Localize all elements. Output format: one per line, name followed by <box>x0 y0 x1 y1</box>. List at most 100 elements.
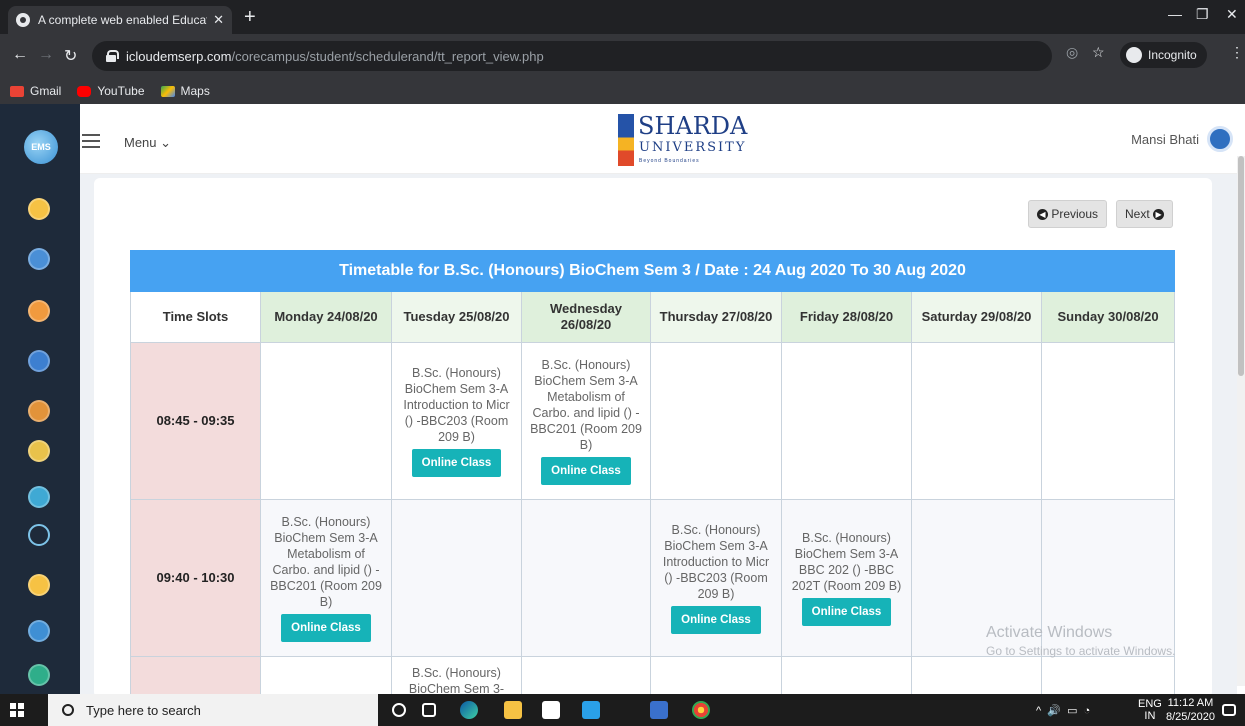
word-icon[interactable] <box>650 701 668 719</box>
hamburger-icon[interactable] <box>82 134 100 148</box>
time-slot <box>130 656 261 698</box>
ems-logo-icon[interactable]: EMS <box>24 130 58 164</box>
user-menu[interactable]: Mansi Bhati <box>1131 126 1233 152</box>
day-header: Friday 28/08/20 <box>781 291 912 343</box>
profile-icon[interactable] <box>28 248 50 270</box>
exam-icon[interactable] <box>28 440 50 462</box>
cortana-icon[interactable] <box>392 703 406 717</box>
reports-icon[interactable] <box>28 524 50 546</box>
schedule-cell <box>781 656 912 698</box>
store-icon[interactable] <box>542 701 560 719</box>
scrollbar-thumb[interactable] <box>1238 156 1244 376</box>
taskbar-search[interactable]: Type here to search <box>48 694 378 726</box>
restore-icon[interactable]: ❐ <box>1196 6 1209 23</box>
day-header: Saturday 29/08/20 <box>911 291 1042 343</box>
incognito-badge[interactable]: Incognito <box>1120 42 1207 68</box>
edge-icon[interactable] <box>460 701 478 719</box>
schedule-cell <box>1040 342 1176 500</box>
logo-tagline: Beyond Boundaries <box>639 158 700 164</box>
chrome-icon[interactable] <box>692 701 710 719</box>
time-slot: 08:45 - 09:35 <box>130 342 261 500</box>
avatar <box>1207 126 1233 152</box>
clock-date: 8/25/2020 <box>1166 711 1215 723</box>
user-name: Mansi Bhati <box>1131 131 1199 147</box>
arrow-left-icon: ◀ <box>1037 208 1048 220</box>
new-tab-icon[interactable]: + <box>244 7 256 27</box>
youtube-icon <box>77 85 92 97</box>
notifications-icon[interactable] <box>1222 704 1236 716</box>
taskbar: Type here to search ^ 🔊 ▭ ◔ ENG IN 11:12… <box>0 694 1245 726</box>
reload-icon[interactable]: ↻ <box>64 46 77 66</box>
fees-icon[interactable] <box>28 400 50 422</box>
schedule-cell: B.Sc. (Honours) BioChem Sem 3-A Metaboli… <box>521 342 651 500</box>
bookmark-youtube[interactable]: YouTube <box>77 84 145 98</box>
schedule-cell <box>911 342 1042 500</box>
mail-icon[interactable] <box>582 701 600 719</box>
day-header: Monday 24/08/20 <box>260 291 392 343</box>
close-window-icon[interactable]: ✕ <box>1226 6 1238 23</box>
schedule-cell: B.Sc. (Honours) BioChem Sem 3-A Metaboli… <box>260 499 392 657</box>
schedule-cell: B.Sc. (Honours) BioChem Sem 3-A BBC 202 … <box>781 499 912 657</box>
system-tray[interactable]: ^ 🔊 ▭ ◔ <box>1036 694 1090 726</box>
task-view-icon[interactable] <box>422 703 436 717</box>
timetable-header-row: Time Slots Monday 24/08/20 Tuesday 25/08… <box>130 291 1176 343</box>
faculty-icon[interactable] <box>28 574 50 596</box>
bookmark-label: YouTube <box>97 84 145 98</box>
tracking-icon[interactable]: ◎ <box>1066 44 1078 61</box>
schedule-cell <box>260 656 392 698</box>
region-label: IN <box>1144 710 1156 722</box>
next-button[interactable]: Next ▶ <box>1116 200 1174 228</box>
class-info: B.Sc. (Honours) BioChem Sem 3-A Introduc… <box>662 523 770 601</box>
schedule-cell <box>650 342 782 500</box>
browser-toolbar: ← → ↻ icloudemserp.com/corecampus/studen… <box>0 34 1245 78</box>
day-header: Tuesday 25/08/20 <box>391 291 522 343</box>
online-class-button[interactable]: Online Class <box>801 598 892 626</box>
bookmark-star-icon[interactable]: ☆ <box>1092 44 1105 61</box>
class-info: B.Sc. (Honours) BioChem Sem 3-A Metaboli… <box>530 358 642 452</box>
schedule-cell <box>650 656 782 698</box>
file-explorer-icon[interactable] <box>504 701 522 719</box>
bookmark-label: Gmail <box>30 84 62 98</box>
messages-icon[interactable] <box>28 620 50 642</box>
language-indicator[interactable]: ENG IN <box>1138 694 1162 726</box>
logo-emblem-icon <box>618 114 634 166</box>
address-bar[interactable]: icloudemserp.com/corecampus/student/sche… <box>92 41 1052 71</box>
lock-icon <box>106 50 119 62</box>
forward-icon[interactable]: → <box>38 46 54 64</box>
search-icon <box>62 704 74 716</box>
back-icon[interactable]: ← <box>12 46 28 64</box>
tab-title: A complete web enabled Educati <box>38 13 208 27</box>
chevron-down-icon: ⌄ <box>160 135 172 150</box>
timetable-icon[interactable] <box>28 350 50 372</box>
schedule-cell: B.Sc. (Honours) BioChem Sem 3-A Introduc… <box>391 342 522 500</box>
app-header: Menu ⌄ SHARDA UNIVERSITY Beyond Boundari… <box>80 104 1245 174</box>
previous-button[interactable]: ◀ Previous <box>1028 200 1108 228</box>
schedule-cell <box>1040 656 1176 698</box>
close-tab-icon[interactable]: ✕ <box>213 12 224 28</box>
time-slots-header: Time Slots <box>130 291 261 343</box>
class-info: B.Sc. (Honours) BioChem Sem 3- <box>408 666 505 696</box>
timetable-card: ◀ Previous Next ▶ Timetable for B.Sc. (H… <box>94 178 1212 698</box>
search-placeholder: Type here to search <box>86 702 201 718</box>
online-class-button[interactable]: Online Class <box>671 606 761 634</box>
browser-tab[interactable]: A complete web enabled Educati ✕ <box>8 6 232 34</box>
menu-dropdown[interactable]: Menu ⌄ <box>124 135 171 151</box>
online-class-button[interactable]: Online Class <box>541 457 631 485</box>
bookmarks-bar: Gmail YouTube Maps <box>0 78 1245 104</box>
gmail-icon <box>10 85 24 97</box>
schedule-cell <box>781 342 912 500</box>
page-scrollbar[interactable] <box>1237 156 1245 686</box>
attendance-icon[interactable] <box>28 300 50 322</box>
settings-icon[interactable] <box>28 664 50 686</box>
bookmark-maps[interactable]: Maps <box>160 84 210 98</box>
university-logo: SHARDA UNIVERSITY Beyond Boundaries <box>618 112 747 168</box>
minimize-icon[interactable]: — <box>1168 6 1182 22</box>
clock[interactable]: 11:12 AM 8/25/2020 <box>1166 696 1215 724</box>
online-class-button[interactable]: Online Class <box>411 449 502 477</box>
bookmark-gmail[interactable]: Gmail <box>10 84 61 98</box>
windows-start-icon[interactable] <box>10 703 24 717</box>
online-class-button[interactable]: Online Class <box>281 614 371 642</box>
student-icon[interactable] <box>28 198 50 220</box>
results-icon[interactable] <box>28 486 50 508</box>
browser-menu-icon[interactable]: ⋮ <box>1230 44 1244 61</box>
